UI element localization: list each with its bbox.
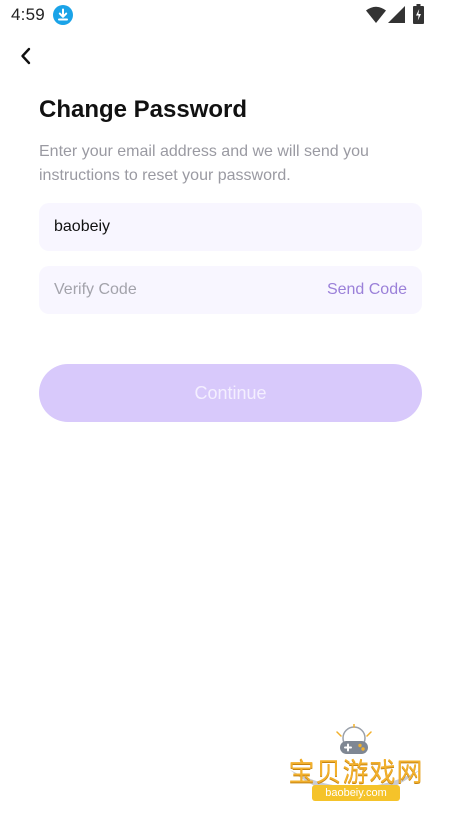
watermark-brand: 宝贝游戏网 <box>288 758 424 788</box>
signal-icon <box>388 6 405 23</box>
email-input[interactable] <box>54 218 407 236</box>
status-bar: 4:59 <box>0 0 460 32</box>
watermark-url: baobeiy.com <box>312 785 400 801</box>
page-title: Change Password <box>39 96 248 123</box>
back-button[interactable] <box>12 42 40 70</box>
page-subtitle: Enter your email address and we will sen… <box>39 143 369 184</box>
wifi-icon <box>366 6 386 23</box>
send-code-button[interactable]: Send Code <box>327 281 407 299</box>
email-field <box>39 203 422 251</box>
chevron-left-icon <box>21 47 31 65</box>
change-password-screen: 4:59 Change Password Enter your email ad… <box>0 0 460 818</box>
battery-icon <box>413 4 424 24</box>
verify-code-field: Send Code <box>39 266 422 314</box>
continue-button[interactable]: Continue <box>39 364 422 422</box>
watermark: 宝贝游戏网 baobeiy.com <box>282 720 430 812</box>
download-icon <box>53 5 73 25</box>
verify-code-input[interactable] <box>54 281 327 299</box>
status-time: 4:59 <box>11 5 45 24</box>
